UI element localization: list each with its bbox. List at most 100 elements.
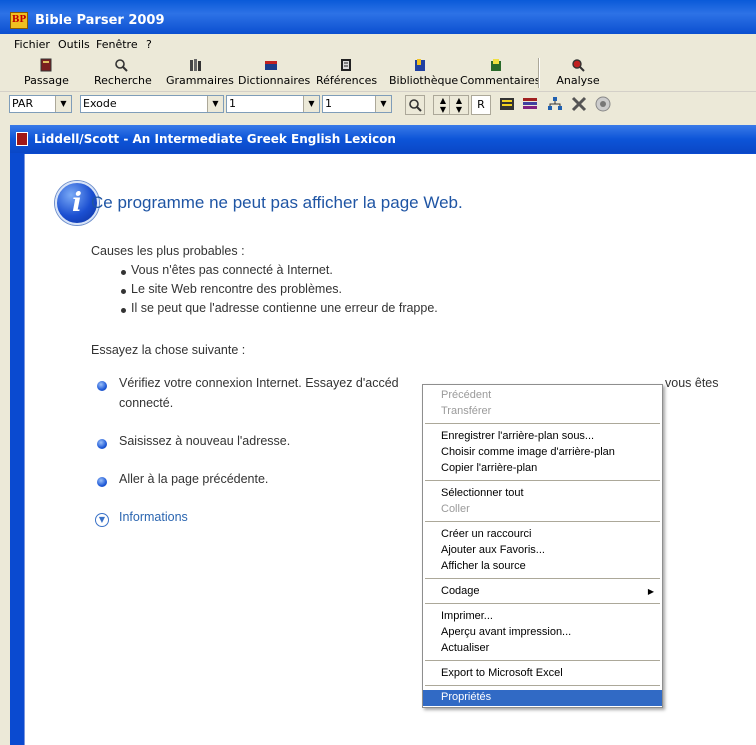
references-button[interactable]: Références <box>316 56 378 90</box>
commentaires-label: Commentaires <box>460 74 541 87</box>
dictionnaires-button[interactable]: Dictionnaires <box>238 56 310 90</box>
chapter-select[interactable]: 1 ▼ <box>226 95 320 113</box>
suggestion-item-tail: vous êtes <box>665 376 719 390</box>
menu-fichier[interactable]: Fichier <box>14 38 50 51</box>
bibliotheque-label: Bibliothèque <box>389 74 459 87</box>
tools-button[interactable] <box>569 95 589 115</box>
chevron-down-icon[interactable]: ▼ <box>375 96 391 112</box>
menu-help[interactable]: ? <box>146 38 152 51</box>
suggestion-bullet-icon <box>97 477 107 487</box>
analyse-label: Analyse <box>556 74 600 87</box>
bookshelf-button[interactable] <box>520 95 540 115</box>
menu-item-print[interactable]: Imprimer... <box>423 609 662 625</box>
menu-item-refresh[interactable]: Actualiser <box>423 641 662 657</box>
book-icon <box>40 58 52 72</box>
menu-item-export-excel[interactable]: Export to Microsoft Excel <box>423 666 662 682</box>
cause-item: Il se peut que l'adresse contienne une e… <box>131 301 438 315</box>
menu-separator <box>425 603 660 604</box>
grammaires-button[interactable]: Grammaires <box>166 56 234 90</box>
analyse-button[interactable]: Analyse <box>556 56 600 90</box>
lexicon-window-icon <box>16 132 28 146</box>
recherche-label: Recherche <box>94 74 152 87</box>
menubar: Fichier Outils Fenêtre ? <box>0 35 756 53</box>
suggestion-item-cont: connecté. <box>119 396 174 410</box>
suggestion-bullet-icon <box>97 381 107 391</box>
up-arrow-icon: ▲ <box>439 96 447 105</box>
menu-separator <box>425 660 660 661</box>
find-button[interactable] <box>405 95 425 115</box>
recherche-button[interactable]: Recherche <box>94 56 152 90</box>
verse-value: 1 <box>325 97 332 110</box>
menu-separator <box>425 521 660 522</box>
tools-icon <box>571 96 587 112</box>
try-heading: Essayez la chose suivante : <box>91 343 246 357</box>
suggestion-bullet-icon <box>97 439 107 449</box>
menu-item-add-favorites[interactable]: Ajouter aux Favoris... <box>423 543 662 559</box>
app-title: Bible Parser 2009 <box>35 13 165 28</box>
menu-item-print-preview[interactable]: Aperçu avant impression... <box>423 625 662 641</box>
commentaires-button[interactable]: Commentaires <box>460 56 540 90</box>
r-button[interactable]: R <box>471 95 491 115</box>
app-logo-icon: BP <box>10 12 28 29</box>
cause-item: Le site Web rencontre des problèmes. <box>131 282 342 296</box>
menu-item-create-shortcut[interactable]: Créer un raccourci <box>423 527 662 543</box>
bibliotheque-button[interactable]: Bibliothèque <box>389 56 458 90</box>
causes-heading: Causes les plus probables : <box>91 244 245 258</box>
analysis-icon <box>572 59 585 72</box>
lexicon-window-title: Liddell/Scott - An Intermediate Greek En… <box>34 132 396 146</box>
book-value: Exode <box>83 97 117 110</box>
menu-item-view-source[interactable]: Afficher la source <box>423 559 662 575</box>
lexicon-titlebar[interactable]: Liddell/Scott - An Intermediate Greek En… <box>10 125 756 153</box>
menu-outils[interactable]: Outils <box>58 38 90 51</box>
suggestion-item: Aller à la page précédente. <box>119 472 269 486</box>
chevron-down-icon[interactable]: ▼ <box>303 96 319 112</box>
menu-item-encoding[interactable]: Codage ▶ <box>423 584 662 600</box>
commentary-icon <box>491 59 501 71</box>
references-label: Références <box>316 74 378 87</box>
menu-item-paste[interactable]: Coller <box>423 502 662 518</box>
menu-item-precedent[interactable]: Précédent <box>423 388 662 404</box>
error-title: Ce programme ne peut pas afficher la pag… <box>91 193 463 212</box>
menu-item-select-all[interactable]: Sélectionner tout <box>423 486 662 502</box>
network-button[interactable] <box>545 95 565 115</box>
grammaires-label: Grammaires <box>166 74 234 87</box>
passage-button[interactable]: Passage <box>24 56 69 90</box>
main-toolbar: Passage Recherche Grammaires Dictionnair… <box>0 54 756 92</box>
speaker-icon <box>595 96 611 112</box>
menu-fenetre[interactable]: Fenêtre <box>96 38 138 51</box>
menu-item-properties[interactable]: Propriétés <box>423 690 662 706</box>
audio-button[interactable] <box>593 95 613 115</box>
version-value: PAR <box>12 97 34 110</box>
bullet-icon <box>121 289 126 294</box>
parser-icon <box>500 98 514 110</box>
menu-separator <box>425 480 660 481</box>
suggestion-item: Saisissez à nouveau l'adresse. <box>119 434 291 448</box>
bullet-icon <box>121 270 126 275</box>
dictionary-icon <box>265 61 277 70</box>
menu-separator <box>425 685 660 686</box>
menu-item-transferer[interactable]: Transférer <box>423 404 662 420</box>
toolbar-separator <box>538 58 540 88</box>
dictionnaires-label: Dictionnaires <box>238 74 311 87</box>
up-arrow-icon: ▲ <box>455 96 463 105</box>
chevron-down-icon[interactable]: ▼ <box>207 96 223 112</box>
menu-item-save-background[interactable]: Enregistrer l'arrière-plan sous... <box>423 429 662 445</box>
context-menu: Précédent Transférer Enregistrer l'arriè… <box>422 384 663 708</box>
books-icon <box>190 59 201 71</box>
menu-item-copy-background[interactable]: Copier l'arrière-plan <box>423 461 662 477</box>
app-titlebar[interactable]: BP Bible Parser 2009 <box>0 0 756 34</box>
book-select[interactable]: Exode ▼ <box>80 95 224 113</box>
cause-item: Vous n'êtes pas connecté à Internet. <box>131 263 333 277</box>
expand-icon[interactable]: ▼ <box>95 513 109 527</box>
menu-item-set-background[interactable]: Choisir comme image d'arrière-plan <box>423 445 662 461</box>
suggestion-item: Vérifiez votre connexion Internet. Essay… <box>119 376 399 390</box>
informations-link[interactable]: Informations <box>119 510 188 524</box>
verse-select[interactable]: 1 ▼ <box>322 95 392 113</box>
passage-label: Passage <box>24 74 69 87</box>
chevron-down-icon[interactable]: ▼ <box>55 96 71 112</box>
search-icon <box>115 59 128 72</box>
parser-button[interactable] <box>497 95 517 115</box>
next-up-button[interactable]: ▲ ▼ <box>449 95 469 115</box>
selector-toolbar: PAR ▼ Exode ▼ 1 ▼ 1 ▼ ▲ ▼ ▲ ▼ R <box>0 93 756 117</box>
version-select[interactable]: PAR ▼ <box>9 95 72 113</box>
